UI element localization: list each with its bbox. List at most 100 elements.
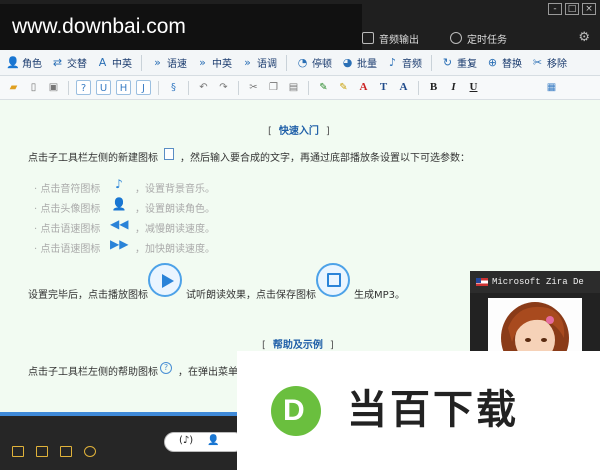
voice-avatar [488, 298, 582, 351]
toolbar-separator [286, 54, 287, 71]
help-title-text: 帮助及示例 [272, 340, 323, 351]
j-icon[interactable]: J [136, 80, 151, 95]
voice-name: Microsoft Zira De [492, 277, 584, 287]
play-icon [148, 263, 182, 297]
copy-icon[interactable]: ❐ [266, 80, 281, 95]
undo-icon[interactable]: ↶ [196, 80, 211, 95]
bullet-role: · 点击头像图标 [34, 200, 100, 215]
cn-en-icon: A [98, 56, 107, 69]
audio-icon: ♪ [388, 56, 397, 69]
music-note-icon[interactable]: (♪) [179, 435, 193, 446]
save-disk-icon [316, 263, 350, 297]
redo-icon[interactable]: ↷ [216, 80, 231, 95]
done-instruction-2: 试听朗读效果，点击保存图标 [186, 290, 316, 301]
export-icon[interactable] [12, 446, 24, 457]
toolbar-separator [418, 80, 419, 95]
toolbar-separator [158, 80, 159, 95]
fill-color-icon[interactable]: ✎ [316, 80, 331, 95]
new-document-icon[interactable]: ▯ [26, 80, 41, 95]
bullet-role-prefix: · 点击头像图标 [34, 204, 101, 215]
new-instruction-line: 点击子工具栏左侧的新建图标 [28, 149, 158, 164]
copy-files-icon[interactable] [36, 446, 48, 457]
toolbar-speed-button[interactable]: » 语速 [151, 55, 187, 70]
nav-scheduled-task[interactable]: 定时任务 [450, 30, 507, 46]
link-icon[interactable]: § [166, 80, 181, 95]
italic-button[interactable]: I [446, 80, 461, 95]
nav-scheduled-task-label: 定时任务 [467, 34, 507, 46]
bullet-fast: · 点击语速图标 [34, 240, 100, 255]
toolbar-separator [308, 80, 309, 95]
title-bar: www.downbai.com 音频输出 定时任务 - □ × ⚙ [0, 0, 600, 50]
update-icon[interactable]: U [96, 80, 111, 95]
batch-icon: ◕ [342, 56, 353, 69]
gear-icon[interactable]: ⚙ [578, 30, 590, 45]
toolbar-pause-label: 停顿 [312, 59, 332, 70]
alternate-icon: ⇄ [52, 56, 63, 69]
music-note-icon: ♪ [115, 177, 123, 191]
cn-en-icon: » [199, 56, 206, 69]
font-size-button[interactable]: A [396, 80, 411, 95]
toolbar-audio-button[interactable]: ♪ 音频 [386, 55, 422, 70]
font-color-button[interactable]: A [356, 80, 371, 95]
quick-start-title-text: 快速入门 [278, 126, 319, 137]
repeat-icon: ↻ [442, 56, 453, 69]
font-type-button[interactable]: T [376, 80, 391, 95]
toolbar-batch-button[interactable]: ◕ 批量 [341, 55, 377, 70]
folder-icon[interactable] [60, 446, 72, 457]
role-icon: 👤 [6, 56, 20, 69]
timer-icon[interactable] [84, 446, 96, 457]
h-icon[interactable]: H [116, 80, 131, 95]
underline-button[interactable]: U [466, 80, 481, 95]
voice-title: Microsoft Zira De [470, 271, 600, 293]
bullet-role-suffix: ，设置朗读角色。 [135, 204, 215, 215]
bullet-fast-prefix: · 点击语速图标 [34, 244, 101, 255]
cut-icon[interactable]: ✂ [246, 80, 261, 95]
playback-controls: (♪) 👤 [164, 432, 244, 452]
bullet-music-prefix: · 点击音符图标 [34, 184, 101, 195]
fast-forward-icon: ▶▶ [110, 237, 129, 251]
toolbar-alternate-button[interactable]: ⇄ 交替 [51, 55, 87, 70]
audio-output-icon [362, 32, 374, 44]
toolbar-pause-button[interactable]: ◔ 停顿 [296, 55, 332, 70]
toolbar-separator [68, 80, 69, 95]
site-watermark: www.downbai.com [0, 4, 362, 50]
toolbar-role-button[interactable]: 👤 角色 [6, 55, 42, 70]
bold-button[interactable]: B [426, 80, 441, 95]
save-icon[interactable]: ▣ [46, 80, 61, 95]
help-instruction-suffix: ，在弹出菜单 [178, 367, 238, 378]
voice-avatar-illustration [501, 302, 569, 351]
help-icon[interactable]: ? [76, 80, 91, 95]
maximize-button[interactable]: □ [565, 3, 579, 15]
toolbar-separator [141, 54, 142, 71]
clock-icon [450, 32, 462, 44]
toolbar-cn-en-label: 中英 [112, 59, 132, 70]
site-logo: D [271, 386, 321, 436]
toolbar-tone-button[interactable]: » 语调 [241, 55, 277, 70]
speed-icon: » [154, 56, 161, 69]
paste-icon[interactable]: ▤ [286, 80, 301, 95]
toolbar-role-label: 角色 [22, 59, 42, 70]
minimize-button[interactable]: - [548, 3, 562, 15]
close-button[interactable]: × [582, 3, 596, 15]
toolbar-repeat-button[interactable]: ↻ 重复 [441, 55, 477, 70]
toolbar-cn-en-button[interactable]: A 中英 [96, 55, 132, 70]
disk-shape [327, 273, 341, 287]
nav-audio-output[interactable]: 音频输出 [362, 30, 419, 46]
highlight-icon[interactable]: ✎ [336, 80, 351, 95]
toolbar-remove-label: 移除 [547, 59, 567, 70]
main-toolbar: 👤 角色 ⇄ 交替 A 中英 » 语速 » 中英 » 语调 ◔ 停顿 ◕ 批量 ♪ 音频 ↻ 重复 … [0, 50, 600, 76]
toolbar-alternate-label: 交替 [67, 59, 87, 70]
site-brand-name: 当百下载 [347, 387, 519, 433]
toolbar-replace-button[interactable]: ⊕ 替换 [486, 55, 522, 70]
toolbar-separator [238, 80, 239, 95]
new-instruction-suffix: ，然后输入要合成的文字，再通过底部播放条设置以下可选参数： [180, 153, 470, 164]
done-instruction-1: 设置完毕后，点击播放图标 [28, 290, 148, 301]
toolbar-remove-button[interactable]: ✂ 移除 [531, 55, 567, 70]
open-folder-icon[interactable]: ▰ [6, 80, 21, 95]
bullet-fast-suffix: ，加快朗读速度。 [135, 244, 215, 255]
person-icon[interactable]: 👤 [207, 435, 219, 446]
toolbar-cn-en-2-button[interactable]: » 中英 [196, 55, 232, 70]
grid-view-icon[interactable]: ▦ [544, 80, 559, 95]
new-document-icon [164, 148, 174, 160]
toolbar-cn-en-2-label: 中英 [212, 59, 232, 70]
